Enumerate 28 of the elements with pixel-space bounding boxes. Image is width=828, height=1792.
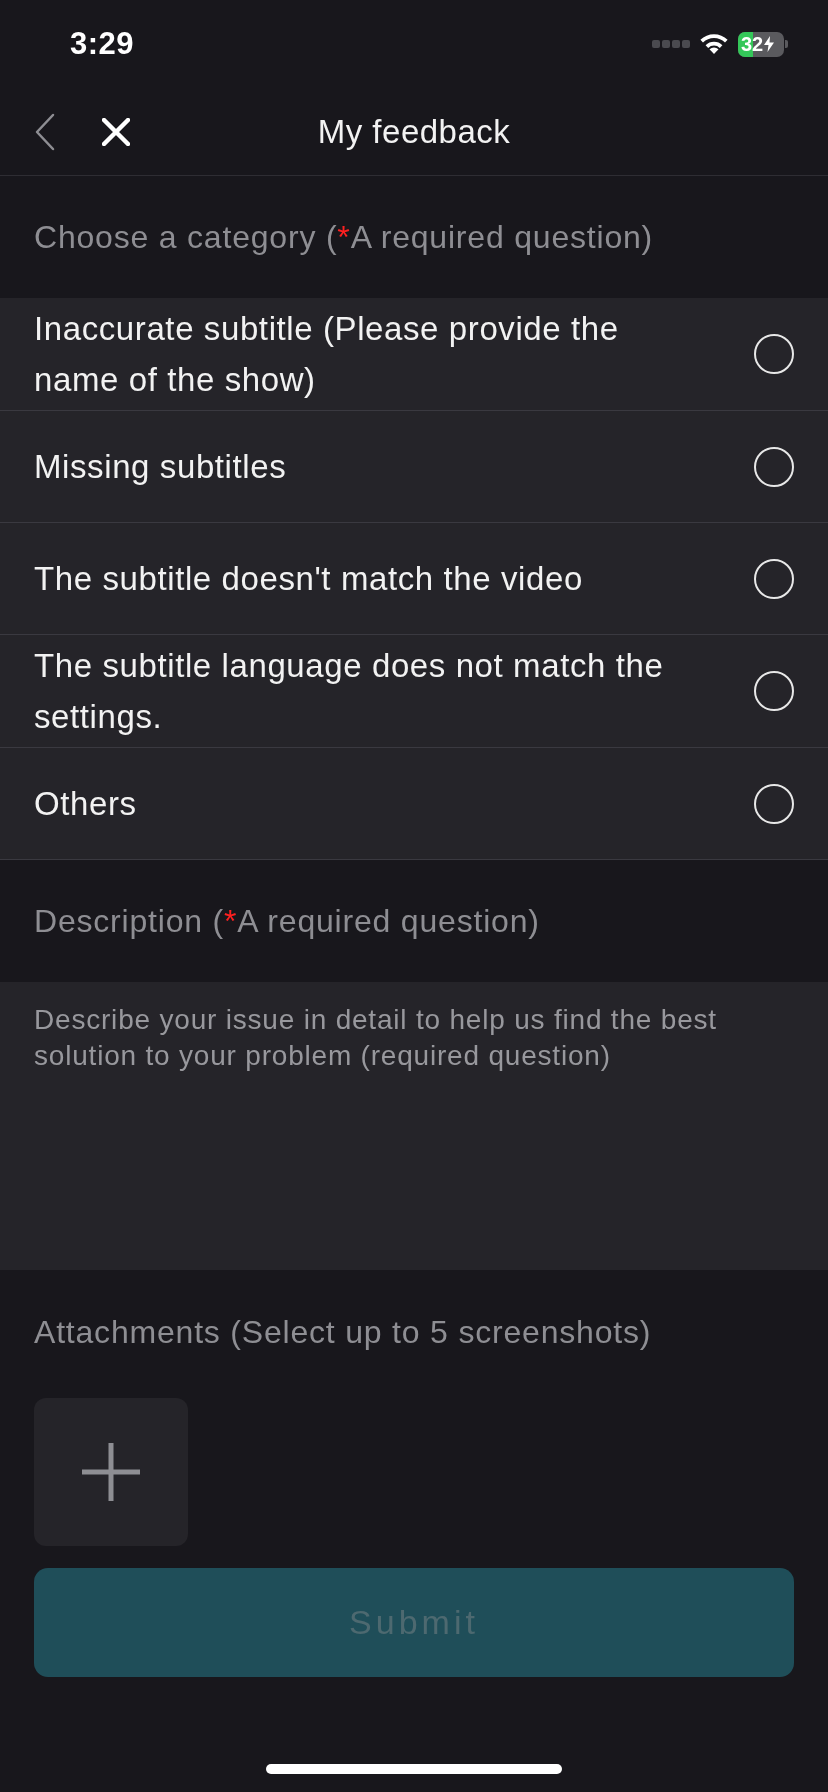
option-label: The subtitle doesn't match the video — [34, 559, 584, 599]
category-option[interactable]: The subtitle language does not match the settings. — [0, 635, 828, 748]
option-label: Others — [34, 784, 138, 824]
category-option[interactable]: The subtitle doesn't match the video — [0, 523, 828, 635]
signal-icon — [652, 39, 690, 49]
back-icon — [35, 112, 55, 151]
attachments-label: Attachments (Select up to 5 screenshots) — [34, 1314, 653, 1350]
status-time: 3:29 — [70, 24, 135, 63]
radio-icon[interactable] — [754, 558, 794, 599]
plus-icon — [82, 1443, 140, 1501]
radio-icon[interactable] — [754, 446, 794, 487]
option-label: The subtitle language does not match the settings. — [34, 646, 665, 737]
option-label: Missing subtitles — [34, 447, 288, 487]
category-option[interactable]: Missing subtitles — [0, 411, 828, 523]
description-field[interactable]: Describe your issue in detail to help us find the best solution to your problem (required question) — [0, 982, 828, 1270]
description-label: Description (*A required question) — [34, 902, 540, 941]
bolt-icon — [764, 36, 775, 52]
radio-icon[interactable] — [754, 334, 794, 374]
close-icon — [102, 117, 130, 146]
radio-icon[interactable] — [754, 783, 794, 824]
option-label: Inaccurate subtitle (Please provide the name of the show) — [34, 309, 620, 400]
wifi-icon — [698, 32, 730, 56]
category-option[interactable]: Inaccurate subtitle (Please provide the name of the show) — [0, 298, 828, 411]
battery-percent: 32 — [741, 34, 764, 54]
radio-icon[interactable] — [754, 671, 794, 711]
category-label: Choose a category (*A required question) — [34, 218, 654, 257]
page-title: My feedback — [317, 111, 511, 152]
category-option[interactable]: Others — [0, 748, 828, 860]
